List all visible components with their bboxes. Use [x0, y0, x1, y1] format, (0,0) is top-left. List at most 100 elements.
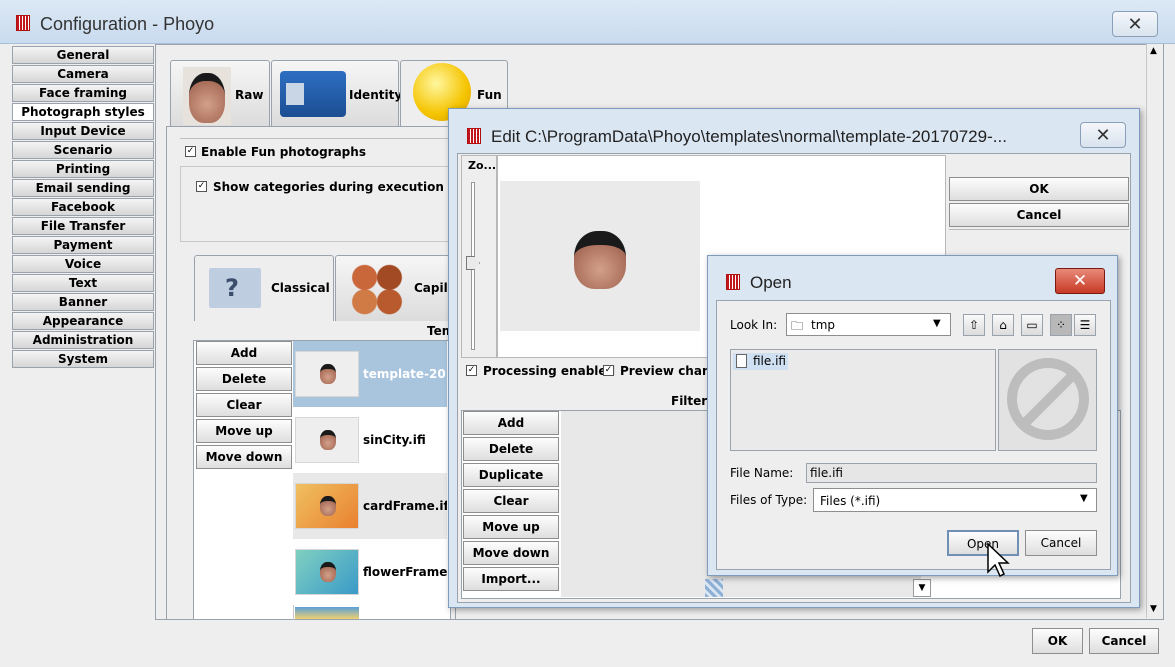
- filter-delete-button[interactable]: Delete: [463, 437, 559, 461]
- clear-button[interactable]: Clear: [196, 393, 292, 417]
- edit-cancel-button[interactable]: Cancel: [949, 203, 1129, 227]
- show-categories-checkbox[interactable]: ✓: [196, 181, 207, 192]
- zoom-panel: Zo...: [461, 155, 497, 358]
- new-folder-icon[interactable]: ▭: [1021, 314, 1043, 336]
- move-up-button[interactable]: Move up: [196, 419, 292, 443]
- close-icon: ✕: [1127, 13, 1143, 35]
- tab-label: Classical: [271, 281, 330, 295]
- divider: [180, 138, 460, 139]
- sidebar-item-input-device[interactable]: Input Device: [12, 122, 154, 140]
- sidebar-item-email-sending[interactable]: Email sending: [12, 179, 154, 197]
- tab-identity[interactable]: Identity: [271, 60, 403, 126]
- face-image: [320, 430, 336, 450]
- question-head-icon: ?: [209, 268, 261, 308]
- tab-label: Raw: [235, 88, 264, 102]
- edit-ok-button[interactable]: OK: [949, 177, 1129, 201]
- sidebar-item-photograph-styles[interactable]: Photograph styles: [12, 103, 154, 121]
- sidebar-item-facebook-publication[interactable]: Facebook Publication: [12, 198, 154, 230]
- processing-enabled-label: Processing enabled: [483, 364, 616, 378]
- no-preview-icon: [1007, 358, 1089, 440]
- tab-classical[interactable]: ? Classical: [194, 255, 334, 321]
- scroll-down-icon[interactable]: ▼: [1150, 604, 1157, 614]
- filter-move-down-button[interactable]: Move down: [463, 541, 559, 565]
- template-name: sinCity.ifi: [363, 433, 426, 447]
- app-icon: [467, 128, 481, 144]
- template-row[interactable]: cardFrame.ifi: [293, 473, 447, 539]
- open-cancel-button[interactable]: Cancel: [1025, 530, 1097, 556]
- sidebar-item-file-transfer[interactable]: File Transfer: [12, 217, 154, 235]
- preview-panel: [998, 349, 1097, 451]
- home-icon[interactable]: ⌂: [992, 314, 1014, 336]
- zoom-slider-thumb[interactable]: [466, 256, 480, 270]
- move-down-button[interactable]: Move down: [196, 445, 292, 469]
- sidebar-item-banner[interactable]: Banner: [12, 293, 154, 311]
- window-close-button[interactable]: ✕: [1112, 11, 1158, 37]
- filter-add-button[interactable]: Add: [463, 411, 559, 435]
- sidebar-item-administration[interactable]: Administration: [12, 331, 154, 349]
- sidebar-item-face-framing[interactable]: Face framing: [12, 84, 154, 102]
- template-name: cardFrame.ifi: [363, 499, 447, 513]
- processing-enabled-checkbox[interactable]: ✓: [466, 365, 477, 376]
- sidebar-item-text[interactable]: Text: [12, 274, 154, 292]
- open-dialog: Open ✕ Look In: 🗀 tmp ▼ ⇧ ⌂ ▭ ⁘ ☰ file.i…: [707, 255, 1118, 578]
- sidebar-item-camera[interactable]: Camera: [12, 65, 154, 83]
- chevron-down-icon: ▼: [1080, 493, 1088, 504]
- sidebar-item-printing[interactable]: Printing: [12, 160, 154, 178]
- list-view-icon[interactable]: ⁘: [1050, 314, 1072, 336]
- scroll-up-icon[interactable]: ▲: [1150, 46, 1157, 56]
- edit-dialog-close-button[interactable]: ✕: [1080, 122, 1126, 148]
- look-in-combo[interactable]: 🗀 tmp ▼: [786, 313, 951, 336]
- template-thumbnail: [295, 607, 359, 619]
- id-card-icon: [280, 71, 346, 117]
- file-list: file.ifi: [730, 349, 996, 451]
- tab-label: Identity: [349, 88, 403, 102]
- template-thumbnail: [295, 549, 359, 595]
- raw-thumbnail: [183, 67, 231, 125]
- divider: [949, 229, 1129, 230]
- sidebar-item-system[interactable]: System: [12, 350, 154, 368]
- sidebar-item-payment[interactable]: Payment: [12, 236, 154, 254]
- files-of-type-value: Files (*.ifi): [820, 494, 881, 508]
- filter-clear-button[interactable]: Clear: [463, 489, 559, 513]
- ok-button[interactable]: OK: [1032, 628, 1083, 654]
- sidebar-item-scenario[interactable]: Scenario: [12, 141, 154, 159]
- face-image: [320, 364, 336, 384]
- files-of-type-combo[interactable]: Files (*.ifi) ▼: [813, 488, 1097, 512]
- sidebar-item-appearance[interactable]: Appearance: [12, 312, 154, 330]
- open-dialog-close-button[interactable]: ✕: [1055, 268, 1105, 294]
- filter-duplicate-button[interactable]: Duplicate: [463, 463, 559, 487]
- up-folder-icon[interactable]: ⇧: [963, 314, 985, 336]
- close-icon: ✕: [1095, 124, 1111, 146]
- files-of-type-label: Files of Type:: [730, 493, 808, 507]
- template-row[interactable]: sinCity.ifi: [293, 407, 447, 473]
- filter-import-button[interactable]: Import...: [463, 567, 559, 591]
- file-name-field[interactable]: file.ifi: [806, 463, 1097, 483]
- add-button[interactable]: Add: [196, 341, 292, 365]
- template-row[interactable]: template-20170: [293, 341, 447, 407]
- tab-label: Fun: [477, 88, 502, 102]
- list-item[interactable]: file.ifi: [733, 353, 788, 370]
- scroll-grip[interactable]: [705, 579, 723, 597]
- chevron-down-icon[interactable]: ▼: [913, 579, 931, 597]
- mouse-cursor-icon: [987, 542, 1010, 578]
- file-name-value: file.ifi: [810, 466, 843, 480]
- sidebar-item-voice[interactable]: Voice: [12, 255, 154, 273]
- sidebar-item-general[interactable]: General: [12, 46, 154, 64]
- preview-changes-checkbox[interactable]: ✓: [603, 365, 614, 376]
- delete-button[interactable]: Delete: [196, 367, 292, 391]
- look-in-label: Look In:: [730, 318, 778, 332]
- enable-fun-checkbox[interactable]: ✓: [185, 146, 196, 157]
- folder-icon: 🗀: [791, 319, 804, 333]
- chevron-down-icon: ▼: [933, 318, 941, 329]
- fun-options-group: [180, 166, 460, 242]
- filter-move-up-button[interactable]: Move up: [463, 515, 559, 539]
- main-scrollbar[interactable]: ▲ ▼: [1146, 44, 1163, 618]
- face-image: [189, 73, 225, 123]
- template-name: template-20170: [363, 367, 447, 381]
- tab-raw[interactable]: Raw: [170, 60, 270, 126]
- cancel-button[interactable]: Cancel: [1089, 628, 1159, 654]
- template-thumbnail: [295, 351, 359, 397]
- details-view-icon[interactable]: ☰: [1074, 314, 1096, 336]
- tab-capilla[interactable]: Capilla: [335, 255, 460, 321]
- template-row[interactable]: flowerFrame.ifi: [293, 539, 447, 605]
